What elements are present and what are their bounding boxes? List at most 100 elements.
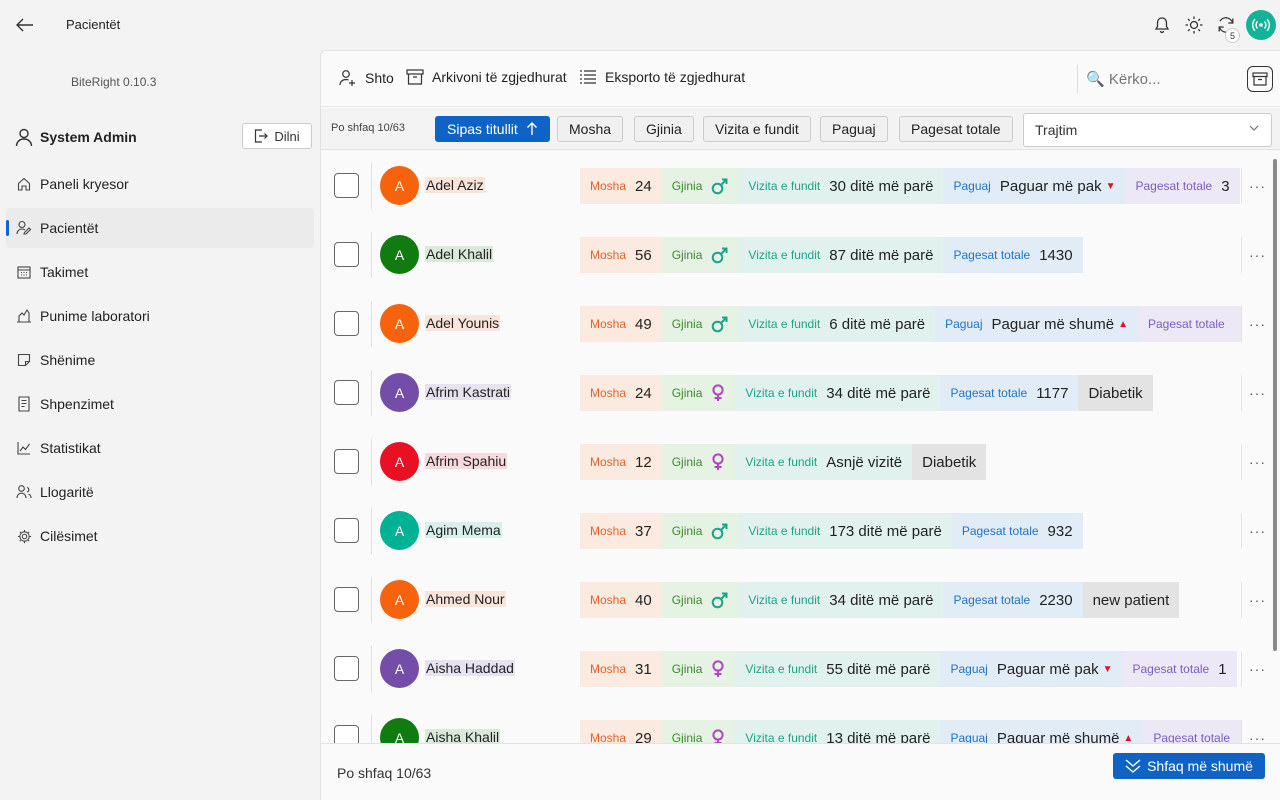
search-input[interactable] bbox=[1086, 70, 1216, 88]
row-checkbox[interactable] bbox=[334, 449, 359, 474]
sidebar-item-expenses[interactable]: Shpenzimet bbox=[6, 384, 314, 424]
male-icon bbox=[712, 247, 728, 263]
sort-chip-title[interactable]: Sipas titullit bbox=[435, 116, 550, 142]
row-checkbox[interactable] bbox=[334, 242, 359, 267]
tag-label: Vizita e fundit bbox=[745, 386, 818, 400]
back-button[interactable] bbox=[12, 12, 38, 38]
patient-name[interactable]: Ahmed Nour bbox=[425, 591, 506, 607]
row-more-button[interactable]: ··· bbox=[1241, 720, 1273, 743]
row-checkbox[interactable] bbox=[334, 587, 359, 612]
list-scrollbar[interactable] bbox=[1273, 159, 1277, 651]
export-selected-button[interactable]: Eksporto të zgjedhurat bbox=[579, 69, 745, 85]
theme-toggle-button[interactable] bbox=[1178, 9, 1210, 41]
tag-last-visit: Vizita e fundit 34 ditë më parë bbox=[735, 375, 941, 411]
sort-chip-label: Pagesat totale bbox=[911, 121, 1001, 137]
patient-name[interactable]: Aisha Khalil bbox=[425, 729, 501, 743]
add-patient-button[interactable]: Shto bbox=[339, 69, 394, 87]
tag-note: Diabetik bbox=[1078, 375, 1153, 411]
patient-tags: Mosha 12 Gjinia Vizita e fundit Asnjë vizitë… bbox=[580, 444, 987, 480]
patient-row[interactable]: A Afrim Kastrati Mosha 24 Gjinia Vizita e fun… bbox=[321, 358, 1273, 427]
logout-button[interactable]: Dilni bbox=[242, 123, 312, 149]
total-value: 1177 bbox=[1036, 384, 1069, 402]
avatar-initial: A bbox=[394, 591, 405, 608]
sort-chip-gender[interactable]: Gjinia bbox=[634, 116, 694, 142]
note-value: new patient bbox=[1092, 591, 1170, 609]
row-checkbox[interactable] bbox=[334, 518, 359, 543]
row-more-button[interactable]: ··· bbox=[1241, 168, 1273, 204]
age-value: 37 bbox=[635, 522, 652, 540]
patient-row[interactable]: A Agim Mema Mosha 37 Gjinia Vizita e fundit 17… bbox=[321, 496, 1273, 565]
row-more-button[interactable]: ··· bbox=[1241, 513, 1273, 549]
male-icon bbox=[712, 316, 728, 332]
patient-name[interactable]: Agim Mema bbox=[425, 522, 502, 538]
patient-name[interactable]: Afrim Kastrati bbox=[425, 384, 512, 400]
logout-label: Dilni bbox=[274, 128, 300, 144]
row-more-button[interactable]: ··· bbox=[1241, 651, 1273, 687]
sort-chip-last-visit[interactable]: Vizita e fundit bbox=[703, 116, 811, 142]
row-more-button[interactable]: ··· bbox=[1241, 237, 1273, 273]
female-icon bbox=[712, 660, 725, 677]
last-visit-value: 34 ditë më parë bbox=[829, 591, 934, 609]
tag-gender: Gjinia bbox=[661, 168, 739, 204]
patient-row[interactable]: A Aisha Haddad Mosha 31 Gjinia Vizita e fundi… bbox=[321, 634, 1273, 703]
sort-chip-age[interactable]: Mosha bbox=[557, 116, 624, 142]
patient-name[interactable]: Aisha Haddad bbox=[425, 660, 515, 676]
live-status-button[interactable] bbox=[1246, 10, 1276, 40]
row-checkbox[interactable] bbox=[334, 380, 359, 405]
sync-button[interactable]: 5 bbox=[1210, 9, 1242, 43]
row-divider bbox=[371, 370, 372, 416]
tag-note: new patient bbox=[1082, 582, 1180, 618]
add-label: Shto bbox=[365, 70, 394, 86]
archive-icon bbox=[406, 69, 424, 85]
notifications-button[interactable] bbox=[1146, 9, 1178, 41]
title-bar: Pacientët 5 bbox=[0, 0, 1280, 50]
tag-label: Paguaj bbox=[950, 731, 988, 743]
tag-last-visit: Vizita e fundit 55 ditë më parë bbox=[735, 651, 941, 687]
tag-label: Vizita e fundit bbox=[748, 317, 821, 331]
sidebar-item-lab-work[interactable]: Punime laboratori bbox=[6, 296, 314, 336]
archive-view-button[interactable] bbox=[1247, 66, 1273, 92]
last-visit-value: 55 ditë më parë bbox=[826, 660, 931, 678]
sort-chip-label: Gjinia bbox=[646, 121, 682, 137]
row-checkbox[interactable] bbox=[334, 311, 359, 336]
sort-chip-pay[interactable]: Paguaj bbox=[820, 116, 888, 142]
row-more-button[interactable]: ··· bbox=[1241, 375, 1273, 411]
search-box[interactable] bbox=[1077, 65, 1247, 93]
patient-name[interactable]: Adel Khalil bbox=[425, 246, 494, 262]
sidebar-item-appointments[interactable]: Takimet bbox=[6, 252, 314, 292]
sidebar-item-settings[interactable]: Cilësimet bbox=[6, 516, 314, 556]
last-visit-value: Asnjë vizitë bbox=[826, 453, 903, 471]
row-checkbox[interactable] bbox=[334, 656, 359, 681]
sidebar-item-notes[interactable]: Shënime bbox=[6, 340, 314, 380]
row-more-button[interactable]: ··· bbox=[1241, 306, 1273, 342]
total-value: 1 bbox=[1218, 660, 1227, 678]
patient-row[interactable]: A Ahmed Nour Mosha 40 Gjinia Vizita e fundit 3… bbox=[321, 565, 1273, 634]
patient-name[interactable]: Adel Younis bbox=[425, 315, 501, 331]
tag-age: Mosha 24 bbox=[580, 375, 662, 411]
sidebar-item-patients[interactable]: Pacientët bbox=[6, 208, 314, 248]
sort-chip-total[interactable]: Pagesat totale bbox=[899, 116, 1013, 142]
archive-selected-button[interactable]: Arkivoni të zgjedhurat bbox=[406, 69, 567, 85]
show-more-button[interactable]: Shfaq më shumë bbox=[1113, 753, 1265, 779]
tag-gender: Gjinia bbox=[661, 306, 739, 342]
patient-row[interactable]: A Afrim Spahiu Mosha 12 Gjinia Vizita e fundi… bbox=[321, 427, 1273, 496]
avatar: A bbox=[380, 304, 419, 343]
tag-label: Pagesat totale bbox=[1132, 662, 1210, 676]
sidebar-item-dashboard[interactable]: Paneli kryesor bbox=[6, 164, 314, 204]
row-checkbox[interactable] bbox=[334, 173, 359, 198]
lab-icon bbox=[16, 308, 32, 324]
row-more-button[interactable]: ··· bbox=[1241, 582, 1273, 618]
row-checkbox[interactable] bbox=[334, 725, 359, 743]
patient-row[interactable]: A Adel Khalil Mosha 56 Gjinia Vizita e fundit… bbox=[321, 220, 1273, 289]
patient-row[interactable]: A Adel Younis Mosha 49 Gjinia Vizita e fundit… bbox=[321, 289, 1273, 358]
treatment-select[interactable]: Trajtim bbox=[1023, 113, 1272, 147]
patient-name[interactable]: Afrim Spahiu bbox=[425, 453, 508, 469]
row-more-button[interactable]: ··· bbox=[1241, 444, 1273, 480]
sidebar-item-statistics[interactable]: Statistikat bbox=[6, 428, 314, 468]
patient-row[interactable]: A Adel Aziz Mosha 24 Gjinia Vizita e fundit 30… bbox=[321, 151, 1273, 220]
patient-name[interactable]: Adel Aziz bbox=[425, 177, 485, 193]
female-icon bbox=[712, 729, 725, 743]
patient-row[interactable]: A Aisha Khalil Mosha 29 Gjinia Vizita e fundi… bbox=[321, 703, 1273, 743]
patient-tags: Mosha 56 Gjinia Vizita e fundit 87 ditë më p… bbox=[580, 237, 1083, 273]
sidebar-item-accounts[interactable]: Llogaritë bbox=[6, 472, 314, 512]
